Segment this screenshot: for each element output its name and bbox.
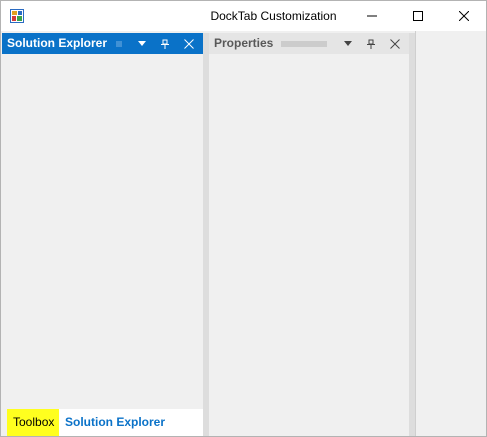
solution-explorer-pin-button[interactable]	[157, 36, 173, 52]
header-grip	[116, 41, 122, 47]
solution-explorer-header[interactable]: Solution Explorer	[2, 33, 203, 54]
main-window: DockTab Customization Solution Explorer	[0, 0, 487, 437]
close-icon	[459, 11, 469, 21]
minimize-button[interactable]	[349, 1, 395, 31]
close-icon	[184, 39, 194, 49]
pin-icon	[367, 39, 375, 49]
pin-icon	[161, 39, 169, 49]
tab-solution-explorer[interactable]: Solution Explorer	[59, 409, 165, 436]
properties-close-button[interactable]	[387, 36, 403, 52]
maximize-button[interactable]	[395, 1, 441, 31]
close-icon	[390, 39, 400, 49]
solution-explorer-menu-button[interactable]	[134, 36, 150, 52]
solution-explorer-close-button[interactable]	[181, 36, 197, 52]
maximize-icon	[413, 11, 423, 21]
properties-header[interactable]: Properties	[209, 33, 409, 54]
properties-pin-button[interactable]	[363, 36, 379, 52]
dropdown-arrow-icon	[138, 41, 146, 46]
solution-explorer-caption: Solution Explorer	[7, 36, 108, 50]
properties-menu-button[interactable]	[340, 36, 356, 52]
dock-tab-strip: Toolbox Solution Explorer	[7, 409, 203, 436]
tab-toolbox[interactable]: Toolbox	[7, 409, 59, 436]
client-area: Solution Explorer Properties Toolbox Sol…	[1, 31, 486, 436]
solution-explorer-panel[interactable]: Solution Explorer	[2, 33, 203, 436]
header-grip	[281, 41, 327, 47]
divider	[415, 31, 416, 436]
properties-panel[interactable]: Properties	[209, 33, 409, 436]
minimize-icon	[367, 15, 377, 17]
title-bar[interactable]: DockTab Customization	[1, 1, 486, 31]
properties-caption: Properties	[214, 36, 274, 50]
close-button[interactable]	[441, 1, 487, 31]
app-icon	[10, 9, 24, 23]
dropdown-arrow-icon	[344, 41, 352, 46]
